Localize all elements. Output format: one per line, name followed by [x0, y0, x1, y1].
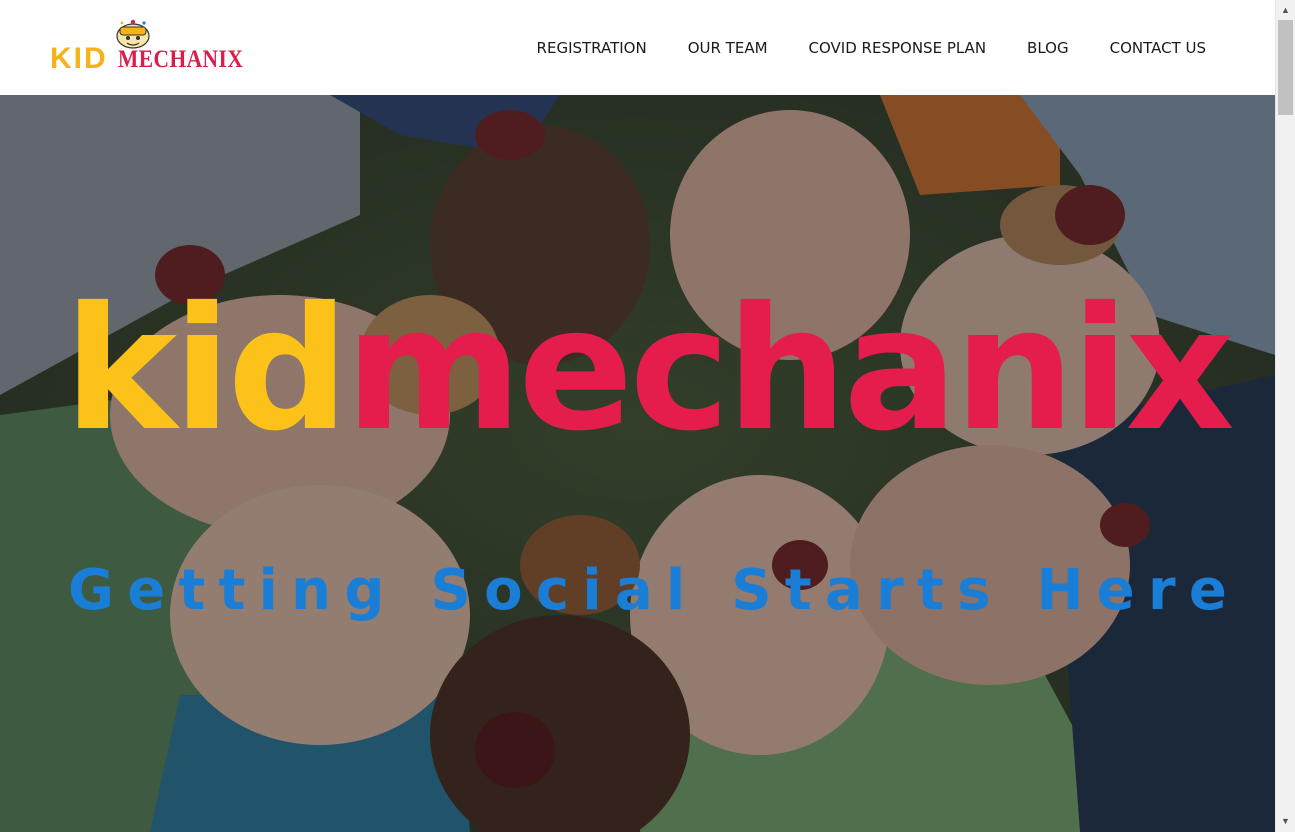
triangle-down-icon[interactable]: ▼ [1276, 813, 1295, 830]
site-logo[interactable]: KID MECHANIX [50, 18, 250, 78]
logo-mechanix-text: MECHANIX [118, 46, 244, 73]
hero-title-mechanix: mechanix [345, 271, 1235, 469]
hero-title: kidmechanix [64, 285, 1235, 455]
nav-item-our-team[interactable]: OUR TEAM [688, 38, 768, 58]
scrollbar-thumb[interactable] [1278, 20, 1293, 115]
hero-banner: kidmechanix Getting Social Starts Here [0, 95, 1275, 832]
site-header: KID MECHANIX REGISTRATION OUR TEAM COVID… [0, 0, 1275, 95]
nav-item-blog[interactable]: BLOG [1027, 38, 1069, 58]
nav-item-contact-us[interactable]: CONTACT US [1110, 38, 1206, 58]
nav-item-covid-response-plan[interactable]: COVID RESPONSE PLAN [809, 38, 987, 58]
triangle-up-icon[interactable]: ▲ [1276, 2, 1295, 19]
hero-title-kid: kid [64, 271, 349, 469]
nav-item-registration[interactable]: REGISTRATION [537, 38, 647, 58]
main-nav: REGISTRATION OUR TEAM COVID RESPONSE PLA… [537, 38, 1206, 58]
vertical-scrollbar[interactable]: ▲ ▼ [1275, 0, 1295, 832]
hero-tagline: Getting Social Starts Here [68, 558, 1241, 623]
page: KID MECHANIX REGISTRATION OUR TEAM COVID… [0, 0, 1275, 832]
logo-kid-text: KID [50, 42, 108, 75]
